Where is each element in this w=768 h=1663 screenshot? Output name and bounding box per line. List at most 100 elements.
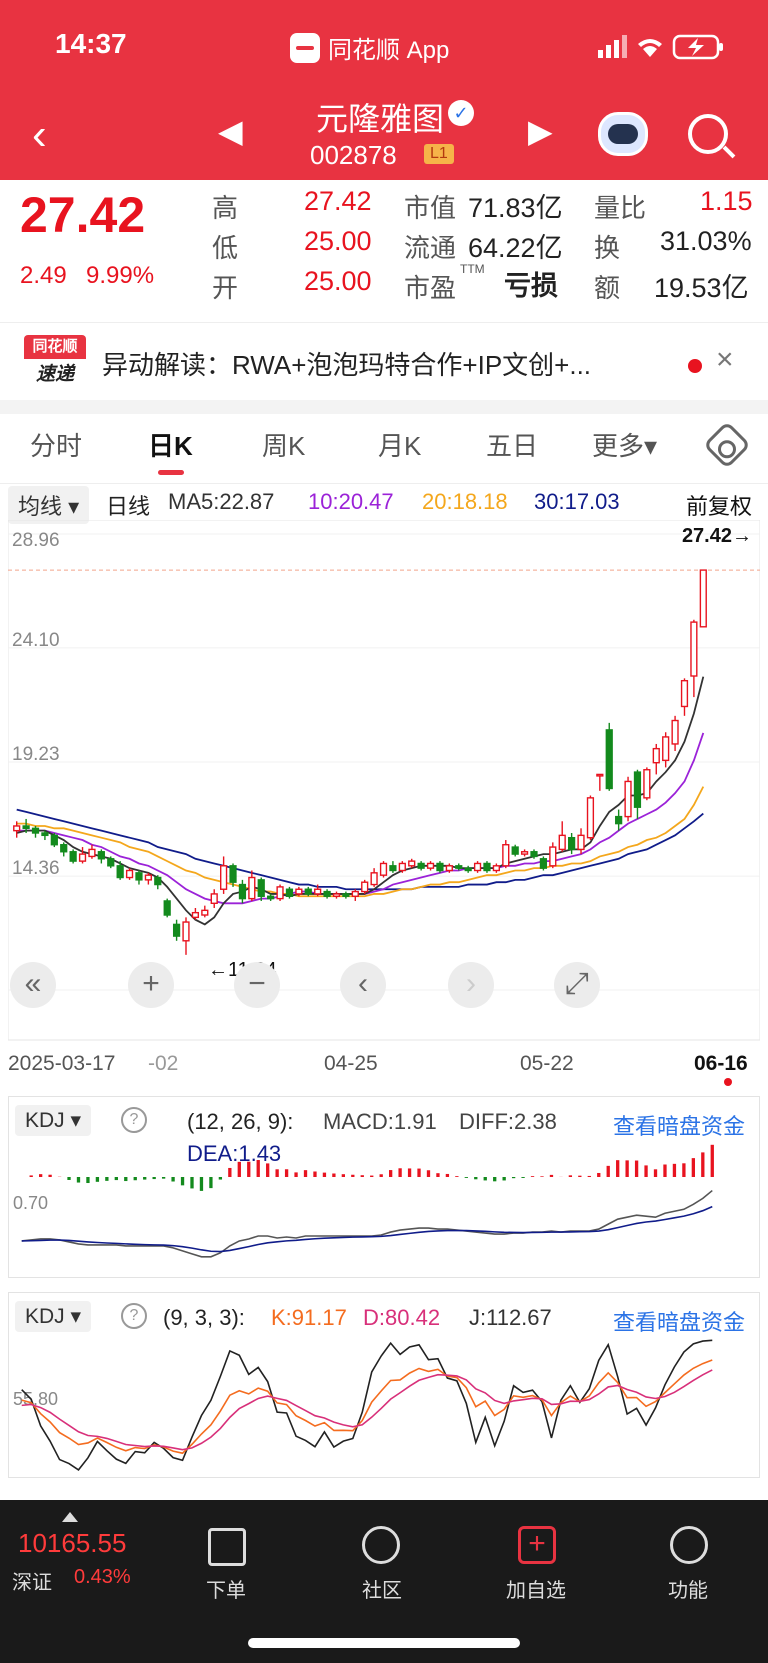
candle-body: [135, 872, 143, 881]
tab-weekly-k[interactable]: 周K: [262, 426, 305, 463]
home-indicator[interactable]: [248, 1638, 520, 1648]
news-logo-bottom: 速递: [35, 364, 74, 385]
date-axis: 2025-03-17 -02 04-25 05-22 06-16: [0, 1048, 768, 1086]
close-icon[interactable]: ×: [716, 343, 734, 377]
amount-value: 19.53亿: [654, 273, 749, 303]
prev-stock-button[interactable]: ◀: [218, 112, 243, 150]
candle: [605, 722, 613, 791]
chart-period-tabs: 分时 日K 周K 月K 五日 更多▾: [0, 414, 768, 484]
bottom-toolbar: 10165.55 深证 0.43% 下单 社区 + 加自选 功能: [0, 1500, 768, 1663]
news-logo-top: 同花顺: [24, 335, 86, 359]
candle-body: [652, 747, 660, 764]
scroll-left-button[interactable]: «: [10, 962, 56, 1008]
kline-chart[interactable]: 28.9624.1019.2314.369.50 27.42→ ←11.04: [8, 520, 760, 1120]
volume-ratio-value: 1.15: [700, 186, 753, 216]
candle: [436, 861, 444, 873]
candle-body: [539, 858, 548, 869]
float-value: 64.22亿: [468, 233, 563, 263]
candle: [154, 875, 162, 890]
add-watchlist-label[interactable]: 加自选: [506, 1574, 566, 1603]
candle-body: [417, 862, 425, 869]
news-text[interactable]: 异动解读：RWA+泡泡玛特合作+IP文创+...: [102, 345, 642, 382]
open-label: 开: [212, 273, 239, 303]
settings-icon[interactable]: [702, 420, 752, 470]
ma-legend: 均线 ▾ 日线 MA5:22.87 10:20.47 20:18.18 30:1…: [0, 484, 768, 524]
candle: [549, 842, 557, 869]
candle-body: [285, 888, 294, 897]
date-label: 2025-03-17: [8, 1052, 116, 1075]
ma-lines: [16, 676, 705, 926]
candle-body: [144, 874, 152, 881]
pe-label: 市盈: [404, 273, 457, 303]
robot-assistant-icon[interactable]: [598, 112, 648, 156]
candle-body: [304, 888, 312, 895]
verified-icon: ✓: [448, 100, 474, 126]
high-label: 高: [212, 193, 239, 223]
order-label[interactable]: 下单: [206, 1574, 246, 1603]
candle: [558, 821, 566, 852]
chart-toolbar: « + − ‹ › ⤢: [0, 962, 768, 1022]
candle: [238, 879, 247, 904]
zoom-in-button[interactable]: +: [128, 962, 174, 1008]
ma30-value: 30:17.03: [534, 489, 620, 514]
candle-body: [154, 876, 162, 886]
tab-daily-k[interactable]: 日K: [148, 426, 193, 463]
candle: [699, 569, 707, 628]
y-tick-label: 24.10: [12, 630, 60, 651]
index-name: 深证: [12, 1572, 52, 1594]
date-label: -02: [148, 1052, 179, 1075]
step-right-button[interactable]: ›: [448, 962, 494, 1008]
candle-body: [398, 862, 406, 872]
candle-body: [643, 769, 651, 799]
candle-body: [464, 867, 472, 872]
macd-panel: KDJ ▾ ? (12, 26, 9): MACD:1.91 DIFF:2.38…: [8, 1096, 760, 1278]
candle-body: [436, 862, 444, 872]
turnover-value: 31.03%: [660, 226, 752, 256]
high-value: 27.42: [304, 186, 372, 216]
candle: [332, 891, 341, 899]
fullscreen-button[interactable]: ⤢: [554, 962, 600, 1008]
back-button[interactable]: ‹: [32, 110, 47, 160]
community-label[interactable]: 社区: [362, 1574, 402, 1603]
index-value[interactable]: 10165.55: [18, 1528, 126, 1559]
candle-body: [191, 911, 200, 919]
candle-body: [455, 865, 463, 869]
candle-body: [389, 865, 397, 872]
candle-body: [483, 862, 491, 872]
date-label: 06-16: [694, 1052, 748, 1075]
news-banner[interactable]: 同花顺速递 异动解读：RWA+泡泡玛特合作+IP文创+... ×: [0, 322, 768, 400]
candle-body: [78, 853, 87, 862]
clock: 14:37: [55, 28, 127, 59]
menu-icon[interactable]: [670, 1526, 708, 1564]
macd-chart: [21, 1144, 714, 1258]
candle: [568, 833, 576, 855]
add-watchlist-icon[interactable]: +: [518, 1526, 556, 1564]
candle: [539, 856, 548, 871]
tab-five-day[interactable]: 五日: [486, 426, 538, 463]
mcap-value: 71.83亿: [468, 193, 563, 223]
last-price: 27.42: [20, 187, 146, 243]
expand-arrow-icon[interactable]: [62, 1512, 78, 1522]
candle: [125, 868, 134, 880]
candle-body: [577, 834, 585, 851]
candle: [267, 893, 275, 901]
tab-more[interactable]: 更多▾: [592, 426, 657, 463]
menu-label[interactable]: 功能: [668, 1574, 708, 1603]
adjust-mode[interactable]: 前复权: [686, 489, 752, 521]
zoom-out-button[interactable]: −: [234, 962, 280, 1008]
next-stock-button[interactable]: ▶: [528, 112, 553, 150]
ma-selector[interactable]: 均线 ▾: [8, 486, 90, 524]
tab-monthly-k[interactable]: 月K: [378, 426, 421, 463]
candle-body: [662, 736, 670, 762]
step-left-button[interactable]: ‹: [340, 962, 386, 1008]
search-icon[interactable]: [688, 114, 728, 154]
tab-intraday[interactable]: 分时: [30, 426, 82, 463]
order-icon[interactable]: [208, 1528, 246, 1566]
stock-code: 002878: [310, 140, 397, 170]
candle: [370, 868, 378, 887]
community-icon[interactable]: [362, 1526, 400, 1564]
y-tick-label: 19.23: [12, 744, 60, 765]
candle: [323, 889, 331, 899]
candle: [680, 678, 689, 716]
candle: [652, 743, 660, 775]
